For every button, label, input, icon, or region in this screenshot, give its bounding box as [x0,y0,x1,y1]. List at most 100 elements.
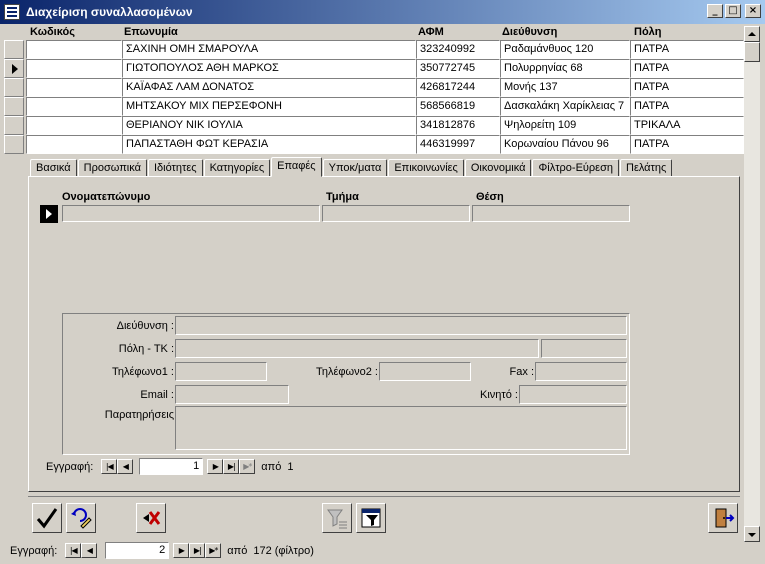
save-button[interactable] [32,503,62,533]
cell-city[interactable]: ΠΑΤΡΑ [630,40,744,59]
table-row[interactable]: ΚΑΪΑΦΑΣ ΛΑΜ ΔΟΝΑΤΟΣ 426817244 Μονής 137 … [4,78,744,97]
previous-record-button[interactable]: ◀ [117,459,134,474]
main-previous-record-button[interactable]: ◀ [81,543,98,558]
cell-afm[interactable]: 568566819 [416,97,500,116]
tab-customer[interactable]: Πελάτης [620,159,673,177]
title-bar: Διαχείριση συναλλασομένων _ □ × [0,0,765,24]
cell-code[interactable] [26,78,122,97]
cell-code[interactable] [26,97,122,116]
notes-field[interactable] [175,406,627,450]
last-record-button[interactable]: ▶| [223,459,240,474]
maximize-button[interactable]: □ [725,4,741,18]
main-last-record-button[interactable]: ▶| [189,543,206,558]
cell-city[interactable]: ΠΑΤΡΑ [630,97,744,116]
column-header-name[interactable]: Επωνυμία [124,26,178,40]
cell-address[interactable]: Μονής 137 [500,78,630,97]
main-new-record-button[interactable]: ▶* [205,543,222,558]
row-selector[interactable] [4,40,24,59]
cell-name[interactable]: ΠΑΠΑΣΤΑΘΗ ΦΩΤ ΚΕΡΑΣΙΑ [122,135,416,154]
cell-address[interactable]: Ραδαμάνθυος 120 [500,40,630,59]
main-next-record-button[interactable]: ▶ [173,543,190,558]
cell-code[interactable] [26,59,122,78]
subform-record-total: 1 [287,460,294,473]
tab-filter-search[interactable]: Φίλτρο-Εύρεση [532,159,619,177]
cell-name[interactable]: ΚΑΪΑΦΑΣ ΛΑΜ ΔΟΝΑΤΟΣ [122,78,416,97]
city-field[interactable] [175,339,539,358]
tab-basic[interactable]: Βασικά [30,159,77,177]
cell-afm[interactable]: 426817244 [416,78,500,97]
phone1-field[interactable] [175,362,267,381]
contact-position-field[interactable] [472,205,630,222]
column-header-city[interactable]: Πόλη [634,26,662,40]
row-selector[interactable] [4,116,24,135]
exit-button[interactable] [708,503,738,533]
cell-address[interactable]: Κορωναίου Πάνου 96 [500,135,630,154]
cell-afm[interactable]: 446319997 [416,135,500,154]
tab-categories[interactable]: Κατηγορίες [203,159,271,177]
row-selector[interactable] [4,97,24,116]
fax-field[interactable] [535,362,627,381]
cell-address[interactable]: Πολυρρηνίας 68 [500,59,630,78]
cell-code[interactable] [26,116,122,135]
cell-name[interactable]: ΘΕΡΙΑΝΟΥ ΝΙΚ ΙΟΥΛΙΑ [122,116,416,135]
delete-record-button[interactable] [136,503,166,533]
tab-branches[interactable]: Υποκ/ματα [322,159,388,177]
contact-department-field[interactable] [322,205,470,222]
table-row[interactable]: ΠΑΠΑΣΤΑΘΗ ΦΩΤ ΚΕΡΑΣΙΑ 446319997 Κορωναίο… [4,135,744,154]
cell-code[interactable] [26,135,122,154]
cell-code[interactable] [26,40,122,59]
next-record-button[interactable]: ▶ [207,459,224,474]
zip-field[interactable] [541,339,627,358]
main-record-navigator: Εγγραφή: |◀ ◀ 2 ▶ ▶| ▶* από 172 (φίλτρο) [10,542,314,559]
cell-name[interactable]: ΓΙΩΤΟΠΟΥΛΟΣ ΑΘΗ ΜΑΡΚΟΣ [122,59,416,78]
cell-afm[interactable]: 323240992 [416,40,500,59]
tab-properties[interactable]: Ιδιότητες [147,159,203,177]
main-record-total: 172 (φίλτρο) [253,544,314,557]
table-row[interactable]: ΣΑΧΙΝΗ ΟΜΗ ΣΜΑΡΟΥΛΑ 323240992 Ραδαμάνθυο… [4,40,744,59]
cell-city[interactable]: ΠΑΤΡΑ [630,78,744,97]
tab-communications[interactable]: Επικοινωνίες [388,159,464,177]
table-row[interactable]: ΓΙΩΤΟΠΟΥΛΟΣ ΑΘΗ ΜΑΡΚΟΣ 350772745 Πολυρρη… [4,59,744,78]
subform-current-row-selector[interactable] [40,205,58,223]
column-header-address[interactable]: Διεύθυνση [502,26,557,40]
first-record-button[interactable]: |◀ [101,459,118,474]
filter-button[interactable] [322,503,352,533]
scroll-thumb[interactable] [744,42,760,62]
cell-city[interactable]: ΠΑΤΡΑ [630,135,744,154]
tab-contacts[interactable]: Επαφές [271,157,322,177]
contact-fullname-field[interactable] [62,205,320,222]
cell-afm[interactable]: 341812876 [416,116,500,135]
cell-city[interactable]: ΤΡΙΚΑΛΑ [630,116,744,135]
cell-address[interactable]: Δασκαλάκη Χαρίκλειας 7 [500,97,630,116]
column-header-code[interactable]: Κωδικός [30,26,75,40]
undo-button[interactable] [66,503,96,533]
main-current-record-input[interactable]: 2 [105,542,170,559]
cell-name[interactable]: ΜΗΤΣΑΚΟΥ ΜΙΧ ΠΕΡΣΕΦΟΝΗ [122,97,416,116]
minimize-button[interactable]: _ [707,4,723,18]
email-field[interactable] [175,385,289,404]
table-row[interactable]: ΘΕΡΙΑΝΟΥ ΝΙΚ ΙΟΥΛΙΑ 341812876 Ψηλορείτη … [4,116,744,135]
current-row-selector[interactable] [4,59,24,78]
table-row[interactable]: ΜΗΤΣΑΚΟΥ ΜΙΧ ΠΕΡΣΕΦΟΝΗ 568566819 Δασκαλά… [4,97,744,116]
tab-financial[interactable]: Οικονομικά [464,159,532,177]
new-record-button[interactable]: ▶* [239,459,256,474]
cell-city[interactable]: ΠΑΤΡΑ [630,59,744,78]
vertical-scrollbar[interactable] [744,26,760,542]
main-first-record-button[interactable]: |◀ [65,543,82,558]
filter-by-form-button[interactable] [356,503,386,533]
cell-name[interactable]: ΣΑΧΙΝΗ ΟΜΗ ΣΜΑΡΟΥΛΑ [122,40,416,59]
close-button[interactable]: × [745,4,761,18]
scroll-down-button[interactable] [744,526,760,542]
subform-current-record-input[interactable]: 1 [139,458,204,475]
delete-record-icon [143,511,161,525]
row-selector[interactable] [4,78,24,97]
cell-afm[interactable]: 350772745 [416,59,500,78]
column-header-afm[interactable]: ΑΦΜ [418,26,444,40]
address-field[interactable] [175,316,627,335]
mobile-field[interactable] [519,385,627,404]
phone2-field[interactable] [379,362,471,381]
cell-address[interactable]: Ψηλορείτη 109 [500,116,630,135]
scroll-up-button[interactable] [744,26,760,42]
row-selector[interactable] [4,135,24,154]
tab-personal[interactable]: Προσωπικά [77,159,147,177]
